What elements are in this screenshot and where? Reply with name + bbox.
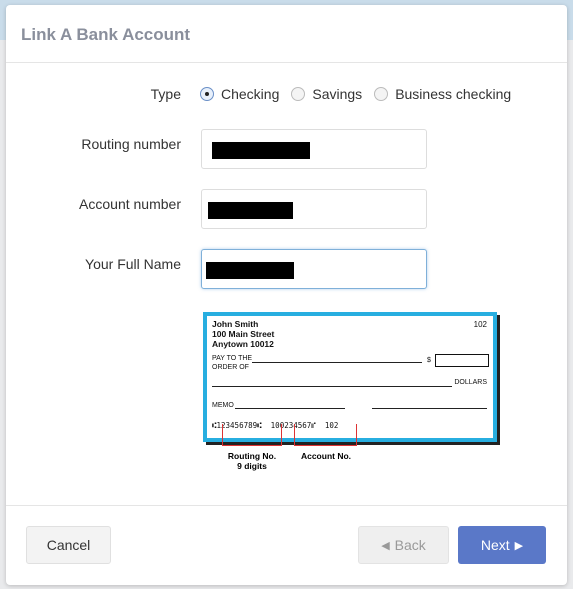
redacted-value: [212, 142, 310, 159]
check-diagram: John Smith 100 Main Street Anytown 10012…: [201, 310, 501, 475]
arrow-left-icon: ◀: [381, 539, 390, 552]
redacted-value: [208, 202, 293, 219]
memo-text: MEMO: [212, 402, 234, 409]
full-name-input[interactable]: [201, 249, 427, 289]
account-bracket: [294, 424, 357, 446]
radio-checked-icon[interactable]: [200, 87, 214, 101]
routing-caption: Routing No.: [227, 451, 277, 461]
type-label: Type: [150, 86, 181, 102]
next-label: Next: [480, 537, 510, 553]
link-bank-modal: Link A Bank Account Type Checking Saving…: [6, 5, 567, 585]
order-of-text: ORDER OF: [212, 364, 249, 371]
dollars-text: DOLLARS: [454, 379, 487, 386]
type-radio-group: Checking Savings Business checking: [200, 86, 523, 102]
check-name: John Smith: [212, 319, 259, 329]
check-number: 102: [473, 320, 487, 329]
redacted-value: [206, 262, 294, 279]
cancel-button[interactable]: Cancel: [26, 526, 111, 564]
radio-label: Checking: [221, 86, 280, 102]
back-button[interactable]: ◀ Back: [358, 526, 449, 564]
radio-business-checking[interactable]: Business checking: [374, 86, 511, 102]
check-owner: John Smith 100 Main Street Anytown 10012: [212, 319, 274, 349]
radio-unchecked-icon[interactable]: [291, 87, 306, 101]
modal-header: Link A Bank Account: [6, 5, 567, 63]
routing-subcaption: 9 digits: [237, 461, 267, 471]
modal-footer: Cancel ◀ Back Next ▶: [6, 505, 567, 585]
account-label: Account number: [79, 196, 181, 212]
radio-unchecked-icon[interactable]: [374, 87, 389, 101]
account-number-input[interactable]: [201, 189, 427, 229]
radio-savings[interactable]: Savings: [291, 86, 362, 102]
radio-label: Business checking: [395, 86, 512, 102]
back-label: Back: [394, 537, 426, 553]
radio-label: Savings: [312, 86, 363, 102]
check-image: John Smith 100 Main Street Anytown 10012…: [203, 312, 497, 442]
radio-checking[interactable]: Checking: [200, 86, 279, 102]
account-caption: Account No.: [300, 451, 352, 461]
dollar-sign: $: [427, 357, 431, 364]
arrow-right-icon: ▶: [514, 539, 524, 552]
modal-title: Link A Bank Account: [21, 25, 191, 44]
routing-bracket: [222, 424, 282, 446]
next-button[interactable]: Next ▶: [458, 526, 546, 564]
routing-label: Routing number: [81, 136, 181, 152]
amount-box: [435, 354, 489, 367]
check-city: Anytown 10012: [212, 339, 274, 349]
routing-number-input[interactable]: [201, 129, 427, 169]
pay-to-text: PAY TO THE: [212, 355, 253, 362]
full-name-label: Your Full Name: [85, 256, 181, 272]
check-street: 100 Main Street: [212, 329, 275, 339]
